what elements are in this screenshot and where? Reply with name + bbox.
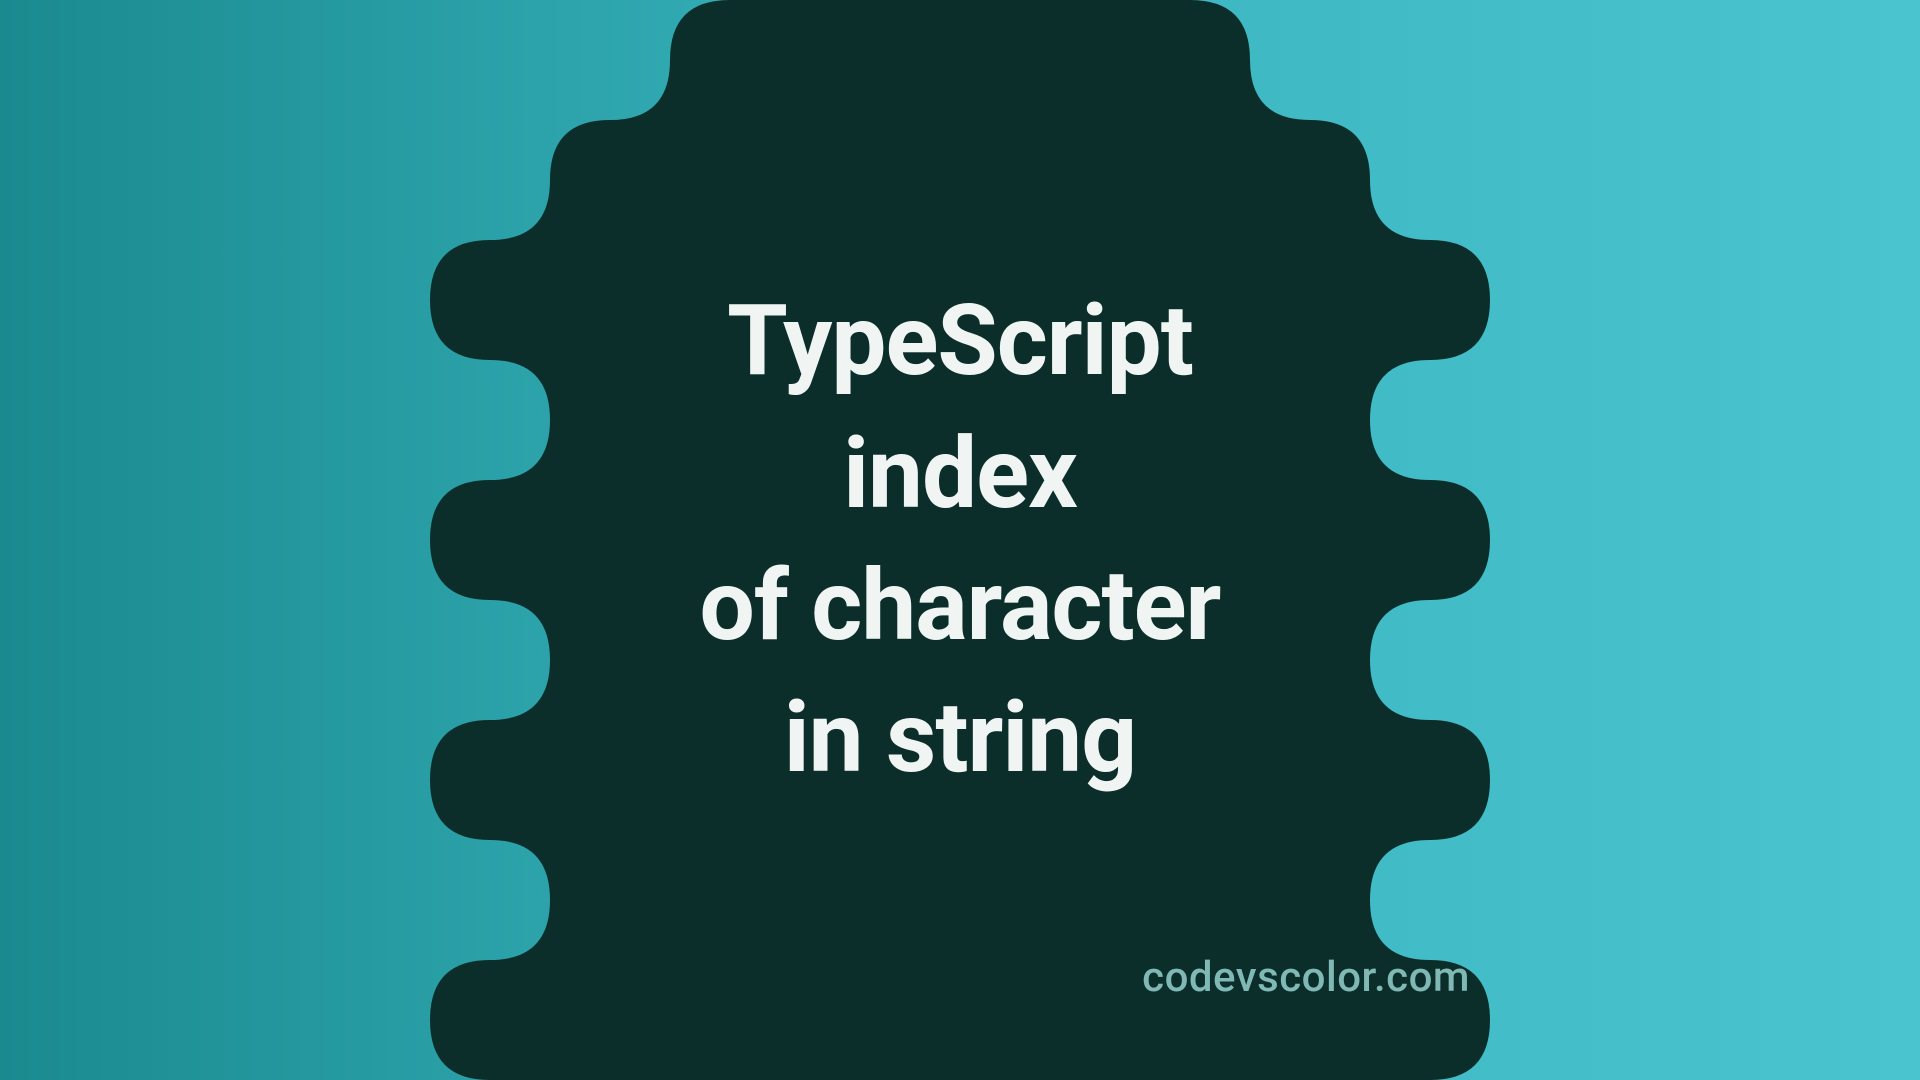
title-line-4: in string	[700, 672, 1221, 804]
title-container: TypeScript index of character in string	[700, 275, 1221, 804]
watermark-text: codevscolor.com	[1142, 953, 1470, 1002]
banner-title: TypeScript index of character in string	[700, 275, 1221, 804]
banner-container: TypeScript index of character in string …	[0, 0, 1920, 1080]
title-line-3: of character	[700, 540, 1221, 672]
title-line-2: index	[700, 408, 1221, 540]
title-line-1: TypeScript	[700, 275, 1221, 407]
